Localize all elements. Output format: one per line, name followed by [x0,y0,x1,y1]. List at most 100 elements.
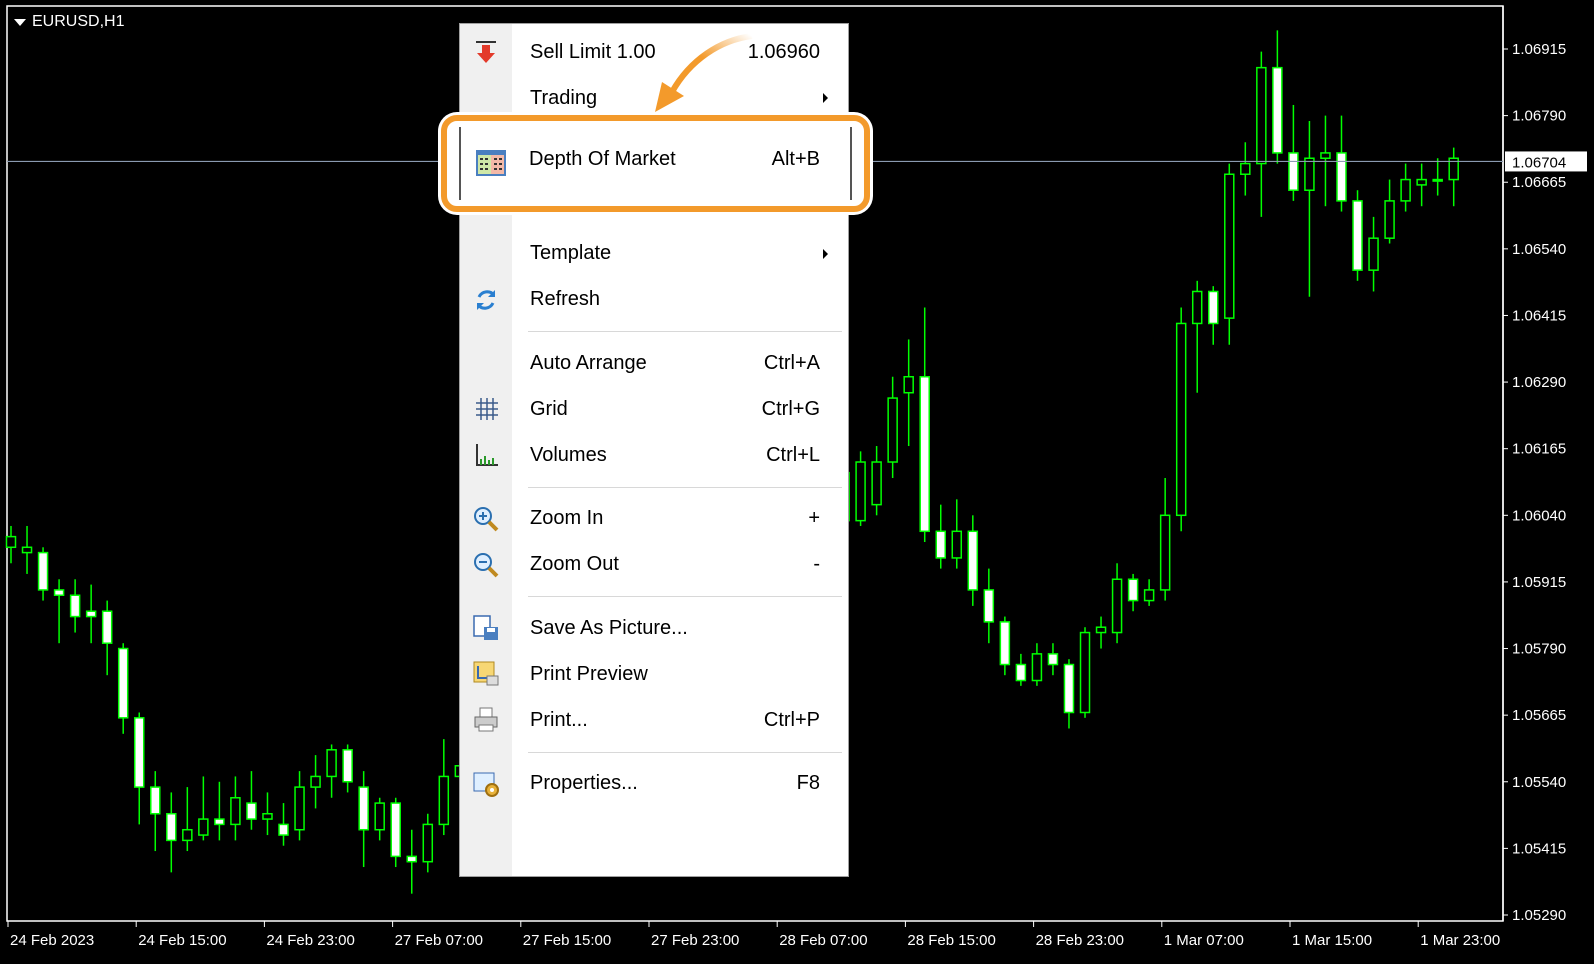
price-tick-label: 1.05540 [1512,774,1566,791]
candle-body [1416,178,1427,186]
menu-item-zoom-in[interactable]: Zoom In + [460,496,848,542]
candle-body [1111,578,1123,634]
candle-body [294,786,305,831]
menu-item-label: Properties... [530,772,638,795]
menu-item-shortcut: Ctrl+P [763,708,820,731]
menu-item-depth-of-market[interactable]: Depth Of Market Alt+B [441,115,870,212]
price-tick-label: 1.05915 [1512,574,1566,591]
candle [1175,307,1187,532]
properties-icon [473,772,499,797]
menu-item-shortcut: - [813,553,820,576]
sell-arrow-icon [476,41,496,63]
candle-body [1256,66,1267,165]
submenu-arrow-icon [823,248,828,259]
price-tick-label: 1.06915 [1512,41,1566,58]
candle-body [406,855,417,863]
candle-body [919,375,930,533]
candle [390,797,401,868]
candle-body [278,823,289,836]
depth-of-market-icon [476,150,506,176]
price-tick-label: 1.05790 [1512,641,1566,658]
symbol-label[interactable]: EURUSD,H1 [14,13,124,31]
dropdown-triangle-icon[interactable] [14,18,26,26]
zoom-out-icon [474,552,499,578]
candle-body [903,375,914,394]
menu-item-label: Template [530,242,612,265]
candle-body [1432,178,1443,182]
zoom-in-icon [474,506,499,532]
candle-body [1095,626,1107,634]
candle-body [438,775,450,826]
menu-item-shortcut: F8 [796,772,820,795]
menu-item-label: Grid [530,397,568,420]
candle-body [1063,663,1075,714]
candle-body [1127,578,1139,602]
candle-body [374,802,385,831]
menu-item-label: Trading [530,86,598,109]
candle-body [935,530,946,559]
candle-body [1208,290,1219,325]
candle-body [1079,631,1091,714]
candle-body [117,647,129,719]
time-tick-label: 27 Feb 15:00 [523,932,611,949]
candle [855,451,866,526]
candle-body [1272,66,1283,154]
candle-body [1143,589,1155,602]
symbol-text: EURUSD,H1 [32,13,125,30]
refresh-icon [476,289,496,310]
candle-body [166,812,177,842]
time-tick-label: 24 Feb 2023 [10,932,94,949]
menu-item-shortcut: + [808,507,820,530]
menu-item-label: Print Preview [530,662,648,685]
price-tick-label: 1.05665 [1512,707,1566,724]
menu-item-volumes[interactable]: Volumes Ctrl+L [460,432,848,478]
candle-body [1224,173,1235,319]
menu-item-label: Volumes [530,443,607,466]
candle-body [999,621,1011,666]
time-tick-label: 1 Mar 15:00 [1292,932,1372,949]
price-tick-label: 1.06040 [1512,507,1566,524]
candle-body [358,786,369,831]
menu-item-properties[interactable]: Properties... F8 [460,761,848,807]
candle-body [1336,152,1347,202]
submenu-arrow-icon [823,93,828,103]
candle-body [1240,162,1251,175]
candle-body [262,812,273,820]
candle-body [53,589,65,596]
menu-item-sell-limit[interactable]: Sell Limit 1.00 1.06960 [460,29,848,75]
menu-item-save-as-picture[interactable]: Save As Picture... [460,605,848,651]
candle-body [1031,653,1043,682]
menu-item-auto-arrange[interactable]: Auto Arrange Ctrl+A [460,340,848,386]
candle-body [887,397,898,463]
price-tick-label: 1.06165 [1512,441,1566,458]
candle-body [246,802,257,820]
price-tick-label: 1.06540 [1512,241,1566,258]
candle-body [1191,290,1203,325]
menu-item-zoom-out[interactable]: Zoom Out - [460,542,848,588]
candle-body [1384,200,1395,239]
price-tick-label: 1.06665 [1512,174,1566,191]
candle-body [967,530,979,591]
time-tick-label: 27 Feb 23:00 [651,932,739,949]
save-picture-icon [473,615,498,640]
candle-body [390,802,401,858]
time-tick-label: 24 Feb 23:00 [266,932,354,949]
candle-body [214,818,225,826]
menu-item-grid[interactable]: Grid Ctrl+G [460,386,848,432]
time-tick-label: 28 Feb 23:00 [1036,932,1124,949]
candle [1224,163,1235,345]
menu-item-label: Zoom In [530,507,604,530]
menu-item-print[interactable]: Print... Ctrl+P [460,697,848,743]
candle-body [198,818,209,836]
volumes-icon [476,444,498,467]
time-tick-label: 1 Mar 07:00 [1164,932,1244,949]
grid-icon [476,398,498,421]
menu-separator [528,751,842,753]
menu-item-template[interactable]: Template [460,231,848,277]
menu-item-print-preview[interactable]: Print Preview [460,651,848,697]
candle-body [1047,653,1059,666]
candle-body [1175,322,1187,517]
menu-item-refresh[interactable]: Refresh [460,277,848,323]
candle-body [1304,157,1315,191]
candle-body [871,461,882,506]
